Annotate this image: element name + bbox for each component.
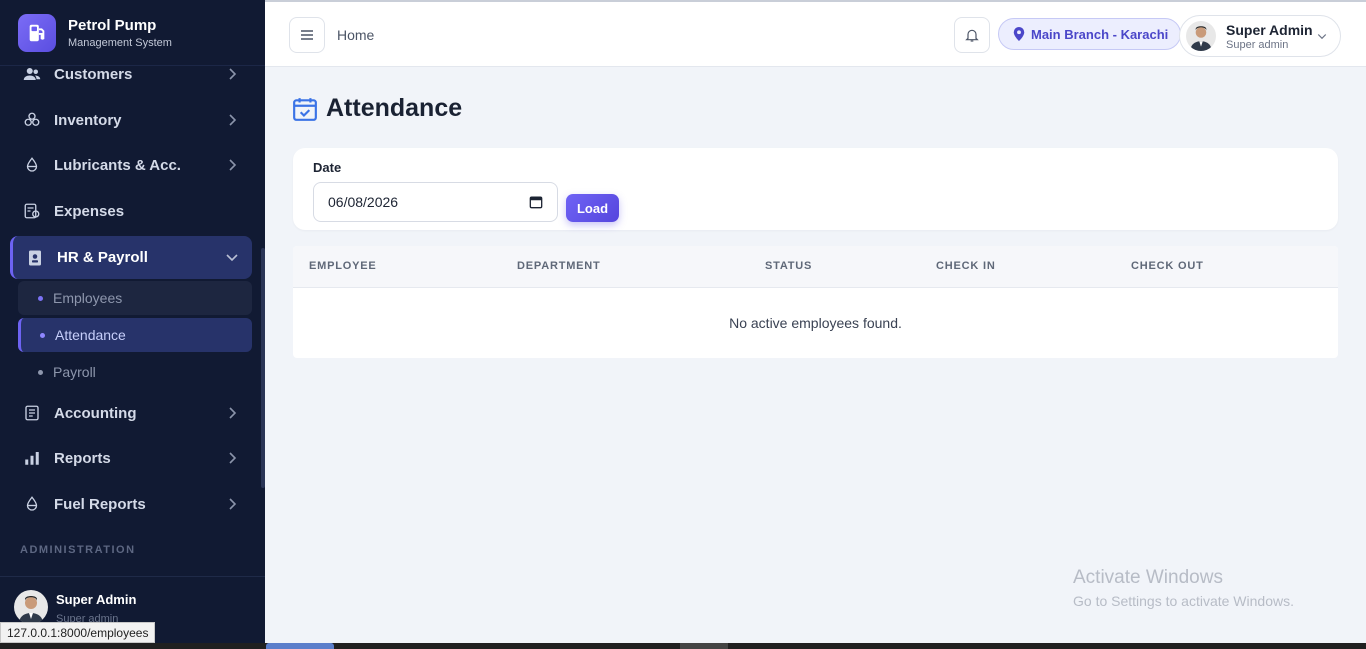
- page-header: Attendance: [292, 94, 462, 123]
- chevron-right-icon: [229, 114, 237, 126]
- brand-title: Petrol Pump: [68, 16, 157, 34]
- sidebar-item-inventory[interactable]: Inventory: [10, 100, 252, 140]
- sidebar-item-label: Lubricants & Acc.: [54, 156, 181, 174]
- date-label: Date: [313, 160, 342, 175]
- bullet-dot: [38, 369, 43, 375]
- section-label-administration: ADMINISTRATION: [20, 544, 136, 556]
- column-header-check-out: CHECK OUT: [1131, 260, 1204, 272]
- filter-card: Date 06/08/2026 Load: [293, 148, 1338, 230]
- sidebar-item-label: HR & Payroll: [57, 249, 148, 266]
- topbar: Home Main Branch - Karachi Super Admin S…: [265, 0, 1366, 67]
- sidebar-subitem-label: Payroll: [53, 364, 96, 380]
- droplet-icon: [22, 155, 42, 175]
- sidebar-item-accounting[interactable]: Accounting: [10, 393, 252, 433]
- sidebar-subitem-attendance[interactable]: Attendance: [18, 318, 252, 352]
- column-header-status: STATUS: [765, 260, 813, 272]
- receipt-icon: [22, 201, 42, 221]
- sidebar-item-label: Inventory: [54, 111, 122, 129]
- sidebar-subitem-label: Employees: [53, 290, 123, 306]
- sidebar-item-label: Fuel Reports: [54, 495, 146, 513]
- chevron-right-icon: [229, 498, 237, 510]
- windows-activation-watermark: Activate Windows Go to Settings to activ…: [1073, 567, 1294, 609]
- map-pin-icon: [1013, 27, 1025, 41]
- chevron-right-icon: [229, 452, 237, 464]
- user-menu[interactable]: Super Admin Super admin: [1179, 15, 1341, 57]
- taskbar-app-item[interactable]: [266, 643, 334, 649]
- date-value: 06/08/2026: [328, 194, 399, 210]
- fuel-pump-icon: [18, 13, 56, 52]
- sidebar-subitem-payroll[interactable]: Payroll: [18, 355, 252, 389]
- bell-icon: [965, 29, 979, 42]
- page-title: Attendance: [326, 94, 463, 122]
- table-header: EMPLOYEE DEPARTMENT STATUS CHECK IN CHEC…: [293, 246, 1338, 288]
- chevron-right-icon: [229, 159, 237, 171]
- sidebar-divider: [0, 576, 265, 577]
- hamburger-icon: [301, 30, 313, 40]
- watermark-subtitle: Go to Settings to activate Windows.: [1073, 593, 1294, 609]
- sidebar: Petrol Pump Management System Customers …: [0, 0, 265, 649]
- ledger-icon: [22, 403, 42, 423]
- sidebar-item-label: Accounting: [54, 404, 137, 422]
- sidebar-user-name: Super Admin: [56, 592, 137, 607]
- branch-selector[interactable]: Main Branch - Karachi: [998, 18, 1182, 50]
- sidebar-item-label: Expenses: [54, 202, 125, 220]
- sidebar-item-label: Customers: [54, 65, 133, 83]
- sidebar-item-hr-payroll[interactable]: HR & Payroll: [10, 236, 252, 279]
- date-input[interactable]: 06/08/2026: [313, 182, 558, 222]
- sidebar-item-expenses[interactable]: Expenses: [10, 191, 252, 231]
- avatar: [1186, 21, 1216, 51]
- notifications-button[interactable]: [954, 17, 990, 53]
- user-role: Super admin: [1226, 38, 1289, 51]
- sidebar-item-label: Reports: [54, 449, 111, 467]
- sidebar-subitem-employees[interactable]: Employees: [18, 281, 252, 315]
- breadcrumb[interactable]: Home: [337, 27, 374, 43]
- chevron-right-icon: [229, 407, 237, 419]
- bar-chart-icon: [22, 448, 42, 468]
- sidebar-item-lubricants[interactable]: Lubricants & Acc.: [10, 145, 252, 185]
- calendar-check-icon: [293, 97, 317, 121]
- users-icon: [22, 64, 42, 84]
- watermark-title: Activate Windows: [1073, 567, 1223, 588]
- bullet-dot: [38, 295, 43, 301]
- avatar: [14, 590, 48, 624]
- column-header-employee: EMPLOYEE: [309, 260, 377, 272]
- sidebar-item-fuel-reports[interactable]: Fuel Reports: [10, 484, 252, 524]
- sidebar-scrollbar[interactable]: [261, 248, 265, 488]
- fuel-drop-icon: [22, 494, 42, 514]
- chevron-right-icon: [229, 68, 237, 80]
- branch-name: Main Branch - Karachi: [1031, 26, 1169, 42]
- chevron-down-icon: [1317, 34, 1327, 40]
- calendar-icon[interactable]: [529, 195, 543, 209]
- menu-toggle-button[interactable]: [289, 17, 325, 53]
- load-button[interactable]: Load: [566, 194, 619, 222]
- status-bar-url: 127.0.0.1:8000/employees: [0, 622, 156, 643]
- column-header-department: DEPARTMENT: [517, 260, 601, 272]
- column-header-check-in: CHECK IN: [936, 260, 996, 272]
- attendance-table: EMPLOYEE DEPARTMENT STATUS CHECK IN CHEC…: [293, 246, 1338, 358]
- boxes-icon: [22, 110, 42, 130]
- empty-state-message: No active employees found.: [729, 315, 902, 331]
- user-name: Super Admin: [1226, 21, 1313, 38]
- sidebar-subitem-label: Attendance: [55, 327, 126, 343]
- sidebar-user[interactable]: Super Admin Super admin: [14, 590, 136, 625]
- brand-subtitle: Management System: [68, 36, 172, 49]
- chevron-down-icon: [226, 254, 238, 262]
- sidebar-item-reports[interactable]: Reports: [10, 438, 252, 478]
- taskbar-app-item[interactable]: [680, 643, 728, 649]
- id-badge-icon: [25, 248, 45, 268]
- brand[interactable]: Petrol Pump Management System: [0, 0, 265, 66]
- bullet-dot: [40, 332, 45, 338]
